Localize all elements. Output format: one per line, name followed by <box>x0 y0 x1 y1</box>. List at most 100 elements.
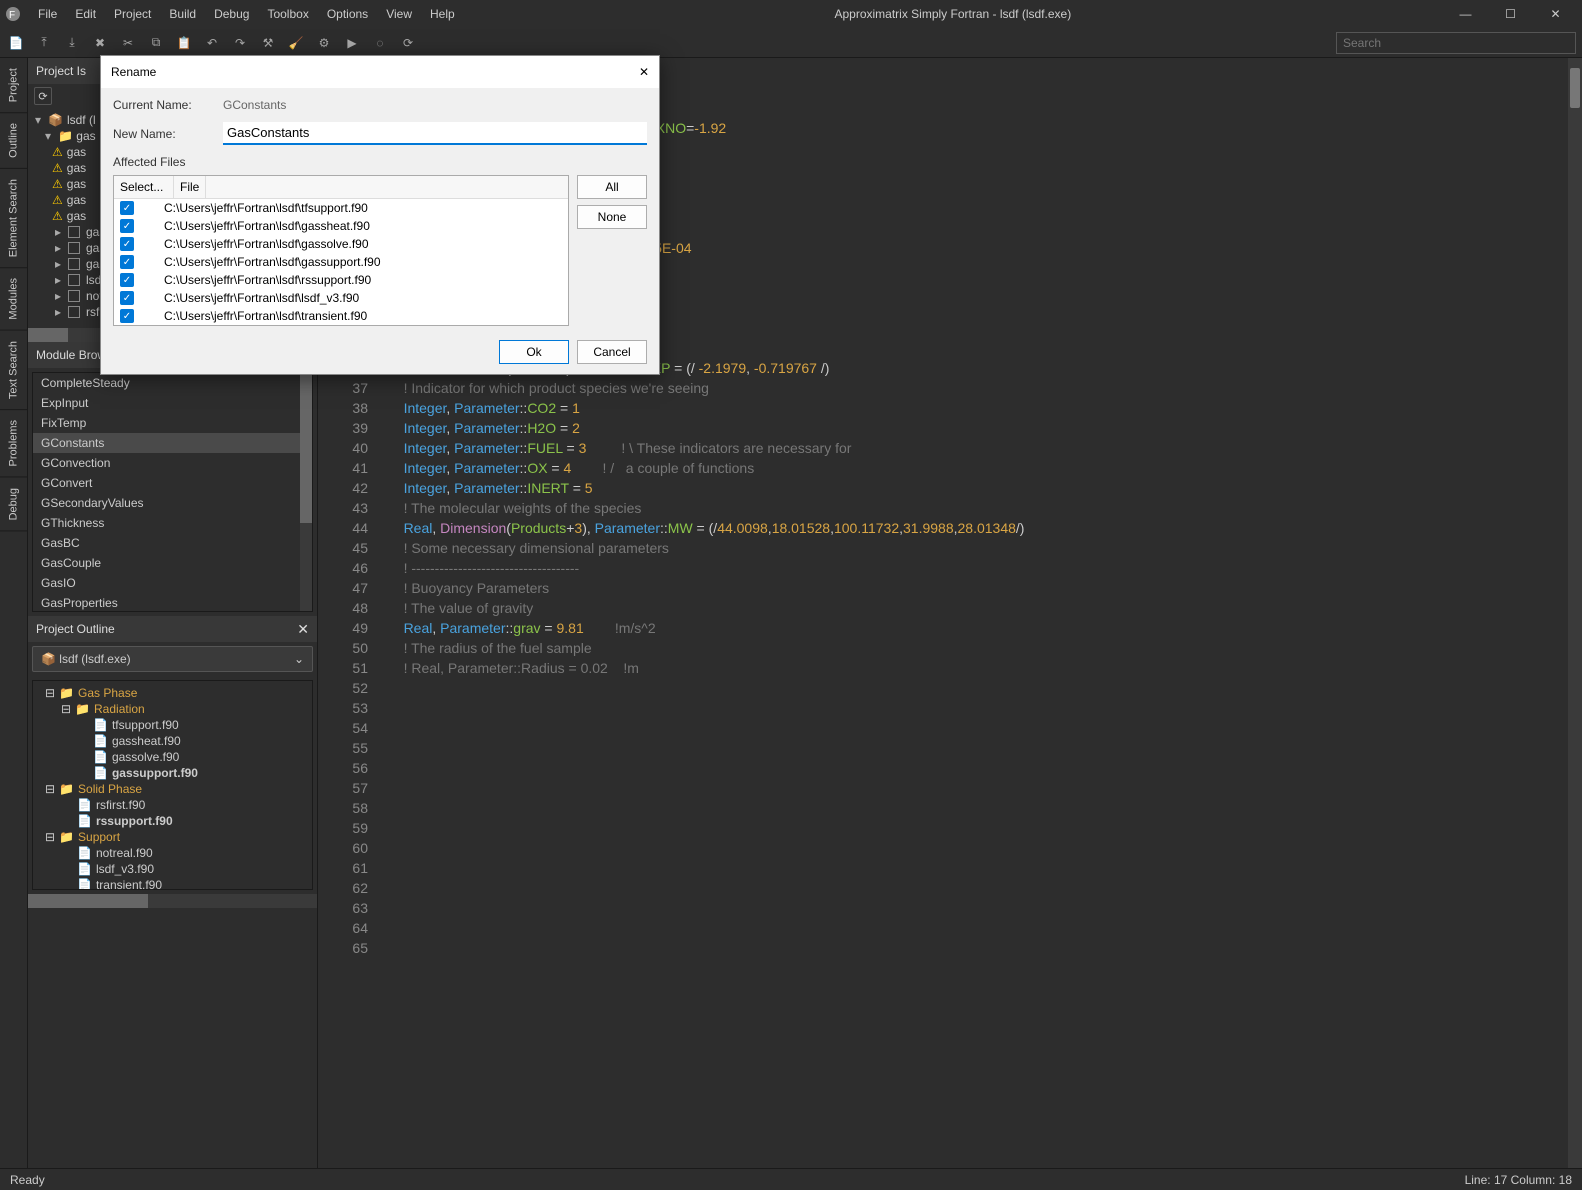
outline-file[interactable]: 📄 gassolve.f90 <box>37 749 308 765</box>
module-item[interactable]: GasCouple <box>33 553 312 573</box>
outline-file[interactable]: 📄 transient.f90 <box>37 877 308 890</box>
side-rail: ProjectOutlineElement SearchModulesText … <box>0 58 28 1168</box>
chevron-down-icon: ⌄ <box>294 652 304 666</box>
rail-tab-outline[interactable]: Outline <box>0 113 27 169</box>
file-row[interactable]: ✓C:\Users\jeffr\Fortran\lsdf\tfsupport.f… <box>114 199 568 217</box>
editor-scrollbar[interactable] <box>1568 58 1582 1168</box>
module-item[interactable]: GSecondaryValues <box>33 493 312 513</box>
minimize-button[interactable]: — <box>1443 0 1488 28</box>
file-row[interactable]: ✓C:\Users\jeffr\Fortran\lsdf\gassupport.… <box>114 253 568 271</box>
file-checkbox[interactable]: ✓ <box>120 291 134 305</box>
dialog-close-icon[interactable]: ✕ <box>639 65 649 79</box>
module-item[interactable]: GasBC <box>33 533 312 553</box>
open-icon[interactable]: ⤒ <box>34 33 54 53</box>
run-icon[interactable]: ▶ <box>342 33 362 53</box>
debug-icon[interactable]: ⟳ <box>398 33 418 53</box>
outline-file[interactable]: 📄 tfsupport.f90 <box>37 717 308 733</box>
settings-icon[interactable]: ⚙ <box>314 33 334 53</box>
new-icon[interactable]: 📄 <box>6 33 26 53</box>
rail-tab-problems[interactable]: Problems <box>0 410 27 477</box>
cut-icon[interactable]: ✂ <box>118 33 138 53</box>
compile-icon[interactable]: ⚒ <box>258 33 278 53</box>
stop-icon[interactable]: ◌ <box>370 33 390 53</box>
file-checkbox[interactable]: ✓ <box>120 273 134 287</box>
menu-build[interactable]: Build <box>161 3 204 25</box>
module-item[interactable]: GThickness <box>33 513 312 533</box>
module-item[interactable]: GConstants <box>33 433 312 453</box>
outline-file[interactable]: 📄 gassheat.f90 <box>37 733 308 749</box>
toolbar: 📄 ⤒ ⤓ ✖ ✂ ⧉ 📋 ↶ ↷ ⚒ 🧹 ⚙ ▶ ◌ ⟳ <box>0 28 1582 58</box>
file-checkbox[interactable]: ✓ <box>120 255 134 269</box>
close-file-icon[interactable]: ✖ <box>90 33 110 53</box>
menu-toolbox[interactable]: Toolbox <box>259 3 316 25</box>
rail-tab-element-search[interactable]: Element Search <box>0 169 27 268</box>
current-name-label: Current Name: <box>113 98 223 112</box>
panel-title: Project Outline <box>36 622 115 636</box>
paste-icon[interactable]: 📋 <box>174 33 194 53</box>
undo-icon[interactable]: ↶ <box>202 33 222 53</box>
module-item[interactable]: GasProperties <box>33 593 312 612</box>
file-row[interactable]: ✓C:\Users\jeffr\Fortran\lsdf\transient.f… <box>114 307 568 325</box>
search-input[interactable] <box>1336 32 1576 54</box>
rail-tab-text-search[interactable]: Text Search <box>0 331 27 410</box>
outline-folder[interactable]: ⊟📁 Solid Phase <box>37 781 308 797</box>
menu-view[interactable]: View <box>378 3 420 25</box>
window-title: Approximatrix Simply Fortran - lsdf (lsd… <box>463 7 1443 21</box>
file-row[interactable]: ✓C:\Users\jeffr\Fortran\lsdf\gassolve.f9… <box>114 235 568 253</box>
col-select[interactable]: Select... <box>114 176 174 198</box>
file-row[interactable]: ✓C:\Users\jeffr\Fortran\lsdf\rssupport.f… <box>114 271 568 289</box>
file-checkbox[interactable]: ✓ <box>120 309 134 323</box>
module-item[interactable]: GConvert <box>33 473 312 493</box>
svg-text:F: F <box>9 10 15 21</box>
outline-folder[interactable]: ⊟📁 Support <box>37 829 308 845</box>
clean-icon[interactable]: 🧹 <box>286 33 306 53</box>
new-name-input[interactable] <box>223 122 647 145</box>
rail-tab-project[interactable]: Project <box>0 58 27 113</box>
outline-folder[interactable]: ⊟📁 Gas Phase <box>37 685 308 701</box>
none-button[interactable]: None <box>577 205 647 229</box>
tree-root[interactable]: lsdf (l <box>67 113 96 127</box>
menu-project[interactable]: Project <box>106 3 159 25</box>
scrollbar-horizontal[interactable] <box>28 894 317 908</box>
project-combo[interactable]: 📦 lsdf (lsdf.exe) ⌄ <box>32 646 313 672</box>
outline-file[interactable]: 📄 rsfirst.f90 <box>37 797 308 813</box>
cancel-button[interactable]: Cancel <box>577 340 647 364</box>
redo-icon[interactable]: ↷ <box>230 33 250 53</box>
new-name-label: New Name: <box>113 127 223 141</box>
module-item[interactable]: FixTemp <box>33 413 312 433</box>
module-item[interactable]: GConvection <box>33 453 312 473</box>
module-item[interactable]: GasIO <box>33 573 312 593</box>
status-bar: Ready Line: 17 Column: 18 <box>0 1168 1582 1190</box>
save-icon[interactable]: ⤓ <box>62 33 82 53</box>
close-button[interactable]: ✕ <box>1533 0 1578 28</box>
col-file[interactable]: File <box>174 176 206 198</box>
rail-tab-debug[interactable]: Debug <box>0 478 27 531</box>
scrollbar-vertical[interactable] <box>300 373 312 611</box>
outline-file[interactable]: 📄 notreal.f90 <box>37 845 308 861</box>
file-row[interactable]: ✓C:\Users\jeffr\Fortran\lsdf\gassheat.f9… <box>114 217 568 235</box>
copy-icon[interactable]: ⧉ <box>146 33 166 53</box>
rail-tab-modules[interactable]: Modules <box>0 268 27 331</box>
close-panel-icon[interactable]: ✕ <box>297 621 309 638</box>
all-button[interactable]: All <box>577 175 647 199</box>
outline-file[interactable]: 📄 lsdf_v3.f90 <box>37 861 308 877</box>
module-item[interactable]: CompleteSteady <box>33 373 312 393</box>
menu-help[interactable]: Help <box>422 3 463 25</box>
outline-tree: ⊟📁 Gas Phase⊟📁 Radiation📄 tfsupport.f90📄… <box>32 680 313 890</box>
refresh-icon[interactable]: ⟳ <box>34 87 52 105</box>
module-item[interactable]: ExpInput <box>33 393 312 413</box>
ok-button[interactable]: Ok <box>499 340 569 364</box>
maximize-button[interactable]: ☐ <box>1488 0 1533 28</box>
menu-file[interactable]: File <box>30 3 65 25</box>
outline-file[interactable]: 📄 gassupport.f90 <box>37 765 308 781</box>
menu-options[interactable]: Options <box>319 3 376 25</box>
file-checkbox[interactable]: ✓ <box>120 219 134 233</box>
rename-dialog: Rename ✕ Current Name: GConstants New Na… <box>100 55 660 375</box>
menu-debug[interactable]: Debug <box>206 3 257 25</box>
outline-folder[interactable]: ⊟📁 Radiation <box>37 701 308 717</box>
file-row[interactable]: ✓C:\Users\jeffr\Fortran\lsdf\lsdf_v3.f90 <box>114 289 568 307</box>
menu-edit[interactable]: Edit <box>67 3 104 25</box>
file-checkbox[interactable]: ✓ <box>120 237 134 251</box>
file-checkbox[interactable]: ✓ <box>120 201 134 215</box>
outline-file[interactable]: 📄 rssupport.f90 <box>37 813 308 829</box>
